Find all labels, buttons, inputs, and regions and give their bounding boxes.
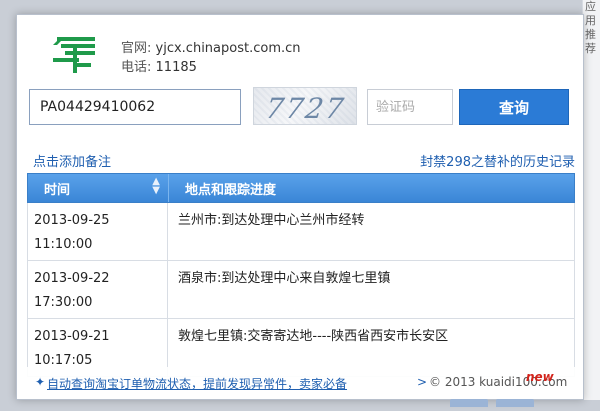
- website-value: yjcx.chinapost.com.cn: [155, 41, 301, 56]
- row-time: 17:30:00: [34, 295, 93, 310]
- captcha-image[interactable]: 7727: [253, 87, 357, 125]
- query-button[interactable]: 查询: [459, 89, 569, 125]
- phone-label: 电话:: [121, 60, 152, 75]
- express-query-panel: 官网: yjcx.chinapost.com.cn 电话: 11185 7727…: [16, 14, 584, 400]
- table-row: 2013-09-22 17:30:00 酒泉市:到达处理中心来自敦煌七里镇: [27, 261, 575, 319]
- row-description: 酒泉市:到达处理中心来自敦煌七里镇: [178, 271, 391, 286]
- tracking-table: 时间 ▲ ▼ 地点和跟踪进度 2013-09-25 11:10:00 兰州市:到达…: [27, 173, 575, 377]
- column-header-time[interactable]: 时间 ▲ ▼: [28, 176, 168, 198]
- row-time-cell: 2013-09-22 17:30:00: [28, 261, 168, 318]
- row-description: 兰州市:到达处理中心兰州市经转: [178, 213, 365, 228]
- china-post-logo-icon: [53, 37, 95, 73]
- row-date: 2013-09-25: [34, 213, 110, 228]
- row-date: 2013-09-22: [34, 271, 110, 286]
- table-header: 时间 ▲ ▼ 地点和跟踪进度: [27, 173, 575, 203]
- column-header-time-label: 时间: [44, 182, 71, 198]
- footer-arrow: >: [417, 375, 428, 389]
- phone-line: 电话: 11185: [121, 58, 301, 77]
- bottom-tabs: [450, 392, 582, 407]
- pin-icon: ✦: [35, 375, 46, 389]
- side-text: 应用推荐: [585, 0, 596, 55]
- add-note-link[interactable]: 点击添加备注: [33, 151, 111, 170]
- new-badge: new: [526, 370, 554, 384]
- website-label: 官网:: [121, 41, 152, 56]
- bottom-tab[interactable]: [496, 399, 534, 407]
- verification-code-input[interactable]: [367, 89, 453, 125]
- row-date: 2013-09-21: [34, 329, 110, 344]
- sort-arrows-icon[interactable]: ▲ ▼: [152, 176, 160, 195]
- row-time-cell: 2013-09-25 11:10:00: [28, 203, 168, 260]
- phone-value: 11185: [155, 60, 197, 75]
- website-line: 官网: yjcx.chinapost.com.cn: [121, 39, 301, 58]
- contact-info: 官网: yjcx.chinapost.com.cn 电话: 11185: [121, 39, 301, 77]
- column-header-location: 地点和跟踪进度: [168, 174, 574, 202]
- tracking-number-input[interactable]: [29, 89, 241, 125]
- history-records-link[interactable]: 封禁298之替补的历史记录: [420, 151, 575, 170]
- row-time: 11:10:00: [34, 237, 93, 252]
- table-row: 2013-09-25 11:10:00 兰州市:到达处理中心兰州市经转: [27, 203, 575, 261]
- taobao-auto-query-link[interactable]: 自动查询淘宝订单物流状态，提前发现异常件，卖家必备: [47, 375, 347, 392]
- captcha-text: 7727: [263, 92, 348, 125]
- right-side-strip: 应用推荐: [582, 0, 600, 400]
- bottom-tab[interactable]: [450, 399, 488, 407]
